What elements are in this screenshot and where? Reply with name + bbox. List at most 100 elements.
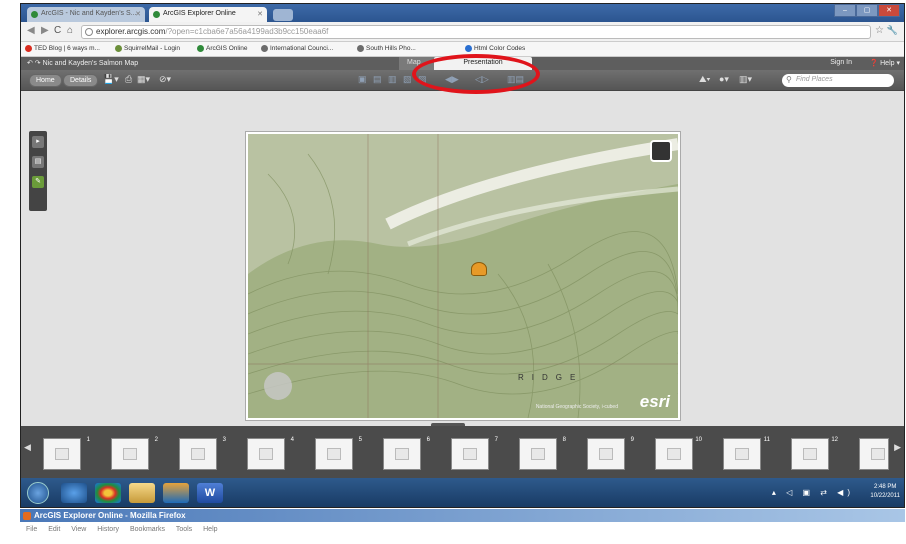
reload-icon[interactable]: C	[54, 25, 61, 36]
explorer-folder-icon[interactable]	[129, 483, 155, 503]
firefox-title: ArcGIS Explorer Online - Mozilla Firefox	[34, 511, 186, 520]
slide-thumbnail[interactable]: 6	[383, 437, 430, 470]
address-bar-row: ◀ ▶ C ⌂ explorer.arcgis.com/?open=c1cba6…	[21, 22, 904, 42]
location-marker-icon[interactable]	[471, 262, 487, 276]
word-taskbar-icon[interactable]: W	[197, 483, 223, 503]
clock[interactable]: 2:48 PM 10/22/2011	[870, 483, 900, 501]
slide-thumbnail[interactable]: 3	[179, 437, 226, 470]
slide-thumbnail[interactable]: 9	[587, 437, 634, 470]
slide-image-icon	[803, 448, 817, 460]
close-window-icon[interactable]: ✕	[878, 4, 900, 17]
system-tray: ▴ ◁ ▣ ⇄ ◀)	[771, 488, 854, 497]
slide-properties-icon[interactable]: ▧	[403, 74, 412, 85]
slide-thumbnail[interactable]	[859, 438, 889, 470]
help-menu[interactable]: ❓ Help ▾	[869, 59, 900, 67]
menu-file[interactable]: File	[26, 526, 37, 533]
bookmark-html-color-codes[interactable]: Html Color Codes	[465, 45, 525, 52]
arcgis-icon	[197, 45, 204, 52]
menu-edit[interactable]: Edit	[48, 526, 60, 533]
delete-slide-icon[interactable]: ▥	[388, 74, 397, 85]
ie-taskbar-icon[interactable]	[61, 483, 87, 503]
bookmark-star-icon[interactable]: ☆	[875, 25, 884, 36]
clock-date: 10/22/2011	[870, 493, 900, 499]
menu-bookmarks[interactable]: Bookmarks	[130, 526, 165, 533]
slide-tool-icon[interactable]: ▣	[358, 74, 367, 85]
slide-number: 7	[494, 437, 498, 443]
notes-icon[interactable]: ▤	[32, 156, 44, 168]
tab-label: ArcGIS - Nic and Kayden's S...	[41, 10, 137, 17]
bookmark-arcgis-online[interactable]: ArcGIS Online	[197, 45, 248, 52]
menu-help[interactable]: Help	[203, 526, 217, 533]
map-attribution: National Geographic Society, i-cubed	[535, 404, 618, 410]
layers-icon[interactable]: ▥▾	[739, 74, 752, 85]
ridge-label: RIDGE	[518, 373, 584, 382]
globe-tool-icon[interactable]: ●▾	[719, 74, 729, 85]
forward-icon[interactable]: ▶	[41, 25, 49, 36]
slide-number: 6	[426, 437, 430, 443]
maximize-icon[interactable]: ▢	[856, 4, 878, 17]
scroll-left-icon[interactable]: ◀	[24, 442, 31, 453]
find-places-input[interactable]: ⚲ Find Places	[782, 74, 894, 87]
slide-thumbnail[interactable]: 1	[43, 437, 90, 470]
slide-image-icon	[667, 448, 681, 460]
chrome-taskbar-icon[interactable]	[95, 483, 121, 503]
arcgis-favicon-icon	[153, 11, 160, 18]
slide-thumbnail[interactable]: 12	[791, 437, 838, 470]
windows-taskbar: W ▴ ◁ ▣ ⇄ ◀) 2:48 PM 10/22/2011	[21, 478, 904, 507]
slide-thumbnail[interactable]: 7	[451, 437, 498, 470]
slide-thumbnail[interactable]: 4	[247, 437, 294, 470]
browser-tab-arcgis-map[interactable]: ArcGIS - Nic and Kayden's S... ✕	[27, 7, 145, 22]
new-tab-button[interactable]	[273, 9, 293, 21]
slide-thumbnail[interactable]: 5	[315, 437, 362, 470]
map-workspace: ▸ ▤ ✎ RIDGE National Geographic Society,…	[21, 91, 904, 431]
browser-tab-explorer-online[interactable]: ArcGIS Explorer Online ✕	[149, 7, 267, 22]
slide-thumbnail[interactable]: 11	[723, 437, 770, 470]
capture-icon[interactable]: ▤	[373, 74, 382, 85]
slide-image-icon	[191, 448, 205, 460]
bookmark-international-council[interactable]: International Counci...	[261, 45, 333, 52]
edit-icon[interactable]: ✎	[32, 176, 44, 188]
topo-contours	[248, 134, 678, 418]
slide-thumbnail[interactable]: 2	[111, 437, 158, 470]
back-icon[interactable]: ◀	[27, 25, 35, 36]
slide-thumbnail[interactable]: 8	[519, 437, 566, 470]
wrench-icon[interactable]: 🔧	[887, 25, 898, 36]
slide-image-icon	[259, 448, 273, 460]
search-icon: ⚲	[786, 75, 792, 84]
minimize-icon[interactable]: –	[834, 4, 856, 17]
home-button[interactable]: Home	[29, 74, 62, 87]
side-toolbar: ▸ ▤ ✎	[29, 131, 47, 211]
expand-panel-icon[interactable]: ▸	[32, 136, 44, 148]
close-tab-icon[interactable]: ✕	[257, 10, 263, 18]
save-icon[interactable]: 💾▾	[103, 74, 119, 85]
home-icon[interactable]: ⌂	[67, 25, 73, 36]
slide-number: 11	[763, 437, 770, 443]
menu-view[interactable]: View	[71, 526, 86, 533]
print-icon[interactable]: ⎙	[125, 74, 132, 85]
unlock-icon[interactable]	[650, 140, 672, 162]
url-input[interactable]: explorer.arcgis.com/?open=c1cba6e7a56a41…	[81, 25, 871, 39]
bookmark-ted[interactable]: TED Blog | 6 ways m...	[25, 45, 100, 52]
bookmark-south-hills[interactable]: South Hills Pho...	[357, 45, 416, 52]
media-taskbar-icon[interactable]	[163, 483, 189, 503]
topographic-map[interactable]: RIDGE National Geographic Society, i-cub…	[248, 134, 678, 418]
start-button-icon[interactable]	[27, 482, 49, 504]
slide-number: 12	[831, 437, 838, 443]
share-icon[interactable]: ⊘▾	[159, 74, 171, 85]
firefox-title-bar: ArcGIS Explorer Online - Mozilla Firefox	[20, 509, 905, 522]
scroll-right-icon[interactable]: ▶	[894, 442, 901, 453]
page-icon	[85, 28, 93, 36]
menu-history[interactable]: History	[97, 526, 119, 533]
details-button[interactable]: Details	[63, 74, 99, 87]
slide-thumbnail[interactable]: 10	[655, 437, 702, 470]
slide-number: 2	[154, 437, 158, 443]
bookmark-squirrelmail[interactable]: SquirrelMail - Login	[115, 45, 180, 52]
slide-number: 5	[358, 437, 362, 443]
sign-in-link[interactable]: Sign In	[830, 59, 852, 66]
close-tab-icon[interactable]: ✕	[135, 10, 141, 18]
basemap-icon[interactable]: ⛰▾	[699, 74, 710, 85]
menu-tools[interactable]: Tools	[176, 526, 192, 533]
slide-number: 4	[290, 437, 294, 443]
esri-logo: esri	[639, 392, 670, 411]
grid-icon[interactable]: ▦▾	[137, 74, 150, 85]
